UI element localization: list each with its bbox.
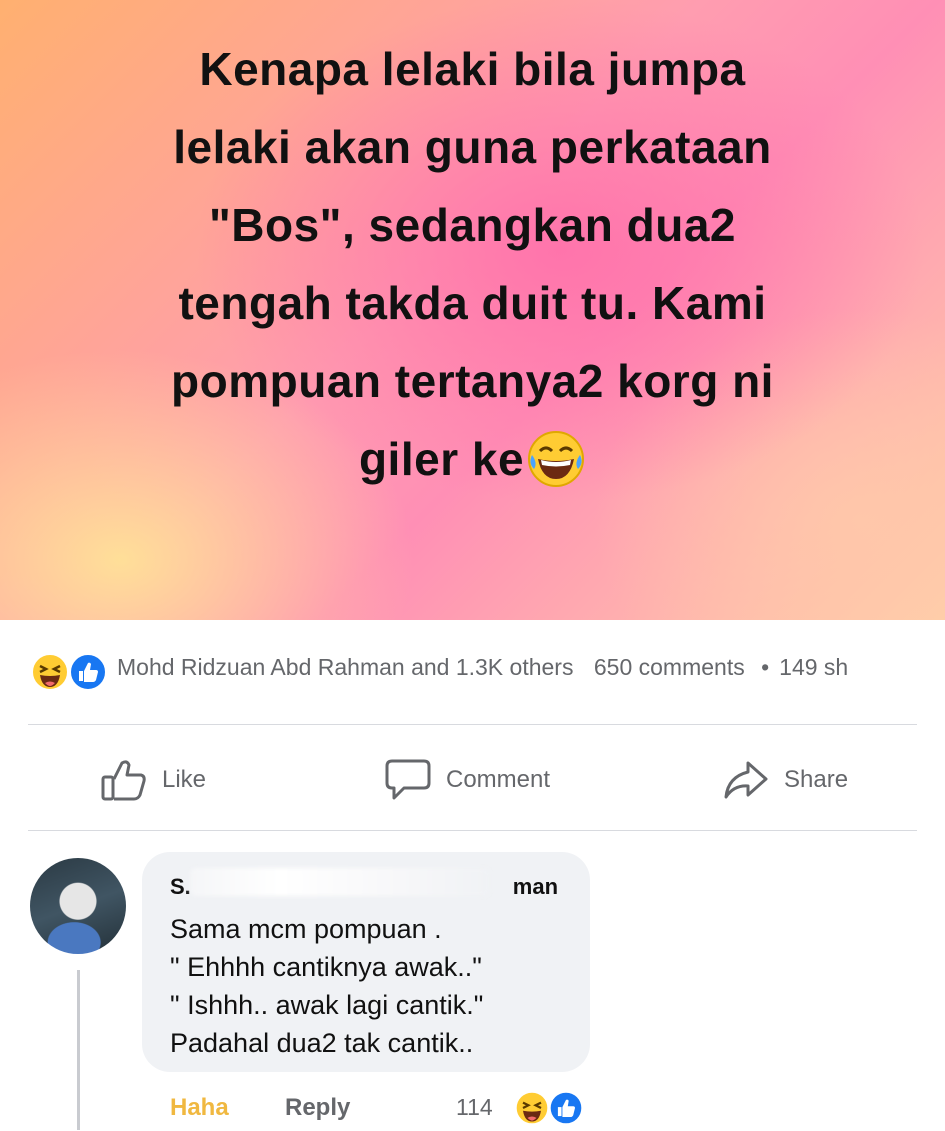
post-text-line: giler ke <box>358 433 525 485</box>
speech-bubble-icon <box>385 759 431 800</box>
like-label: Like <box>162 766 207 793</box>
comment-line: Sama mcm pompuan . <box>170 914 442 944</box>
post-text: Kenapa lelaki bila jumpa lelaki akan gun… <box>40 30 905 498</box>
post-text-line: tengah takda duit tu. Kami <box>178 277 767 329</box>
comment-meta: Haha Reply 114 <box>142 1090 602 1130</box>
comment-line: Padahal dua2 tak cantik.. <box>170 1028 474 1058</box>
tears-of-joy-icon <box>526 429 586 489</box>
divider <box>28 724 917 725</box>
shares-count[interactable]: 149 sh <box>779 654 848 680</box>
like-button[interactable]: Like <box>100 758 206 802</box>
comment-label: Comment <box>446 766 551 793</box>
share-label: Share <box>784 766 849 793</box>
share-button[interactable]: Share <box>722 758 848 802</box>
comment-bubble: S. man Sama mcm pompuan . " Ehhhh cantikn… <box>142 852 590 1072</box>
author-redaction-blur <box>190 868 490 896</box>
post-text-line: pompuan tertanya2 korg ni <box>171 355 774 407</box>
avatar[interactable] <box>30 858 126 954</box>
stats-text: Mohd Ridzuan Abd Rahman and 1.3K others … <box>117 654 848 681</box>
reply-button[interactable]: Reply <box>285 1094 350 1122</box>
thumbs-up-icon <box>101 760 146 801</box>
share-arrow-icon <box>724 761 768 799</box>
comment: S. man Sama mcm pompuan . " Ehhhh cantikn… <box>0 840 945 1130</box>
comment-line: " Ishhh.. awak lagi cantik." <box>170 990 484 1020</box>
comment-reaction-count[interactable]: 114 <box>456 1094 493 1121</box>
comment-body: Sama mcm pompuan . " Ehhhh cantiknya awa… <box>170 910 483 1062</box>
post-text-line: "Bos", sedangkan dua2 <box>208 199 737 251</box>
reaction-icons[interactable] <box>30 652 110 692</box>
post-text-line: Kenapa lelaki bila jumpa <box>199 43 746 95</box>
post-text-line: lelaki akan guna perkataan <box>173 121 772 173</box>
stats-separator: • <box>761 654 770 680</box>
divider <box>28 830 917 831</box>
comment-author-start: S. <box>170 874 191 899</box>
post-text-last-line: giler ke <box>40 420 905 498</box>
comment-button[interactable]: Comment <box>384 758 550 802</box>
post-stats-bar: Mohd Ridzuan Abd Rahman and 1.3K others … <box>0 640 945 704</box>
post-actions: Like Comment Share <box>0 740 945 820</box>
comment-reaction-icons[interactable] <box>514 1090 594 1126</box>
haha-reaction-button[interactable]: Haha <box>170 1094 229 1122</box>
like-icon <box>68 652 108 697</box>
thread-line <box>77 970 80 1130</box>
comment-line: " Ehhhh cantiknya awak.." <box>170 952 482 982</box>
haha-icon <box>30 652 70 697</box>
comments-count[interactable]: 650 comments <box>580 654 745 680</box>
reactors-link[interactable]: Mohd Ridzuan Abd Rahman and 1.3K others <box>117 654 573 680</box>
comment-author-end: man <box>512 874 559 899</box>
